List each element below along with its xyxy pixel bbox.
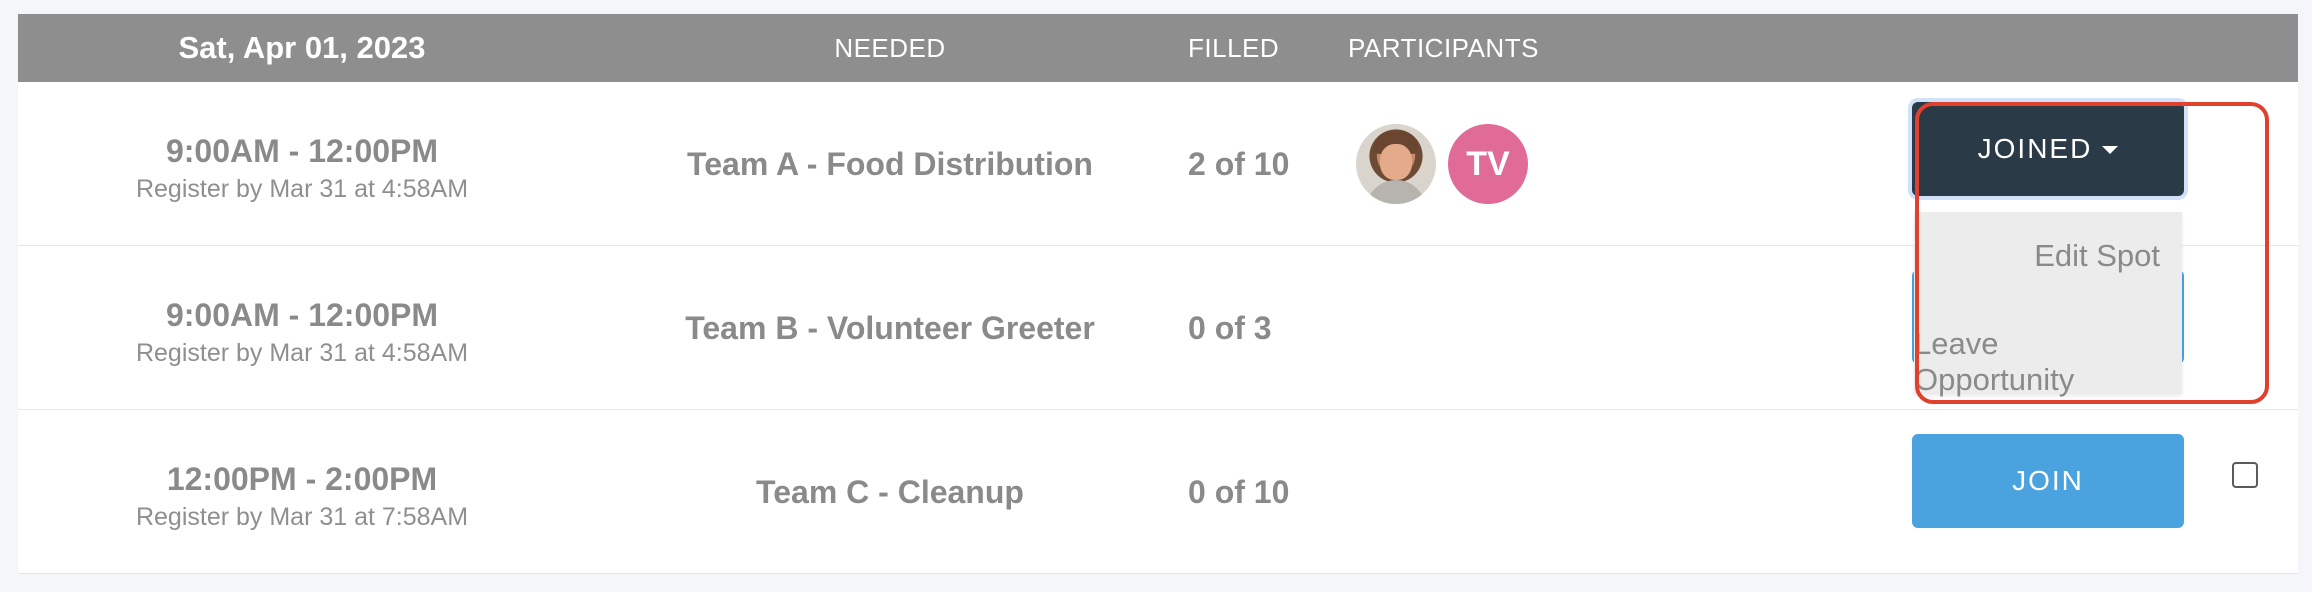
time-range: 9:00AM - 12:00PM bbox=[165, 297, 439, 333]
select-checkbox[interactable] bbox=[2232, 462, 2258, 488]
time-range: 9:00AM - 12:00PM bbox=[165, 133, 439, 169]
header-date: Sat, Apr 01, 2023 bbox=[178, 30, 426, 65]
volunteer-schedule-table: Sat, Apr 01, 2023 NEEDED FILLED PARTICIP… bbox=[18, 14, 2298, 574]
needed-role: Team A - Food Distribution bbox=[687, 145, 1093, 182]
header-needed: NEEDED bbox=[834, 32, 946, 63]
participant-photo-avatar[interactable] bbox=[1356, 124, 1436, 204]
register-deadline: Register by Mar 31 at 4:58AM bbox=[135, 339, 469, 367]
time-slot: 9:00AM - 12:00PM Register by Mar 31 at 4… bbox=[18, 132, 586, 206]
filled-count: 0 of 3 bbox=[1188, 309, 1272, 346]
header-filled: FILLED bbox=[1188, 32, 1280, 63]
register-deadline: Register by Mar 31 at 4:58AM bbox=[135, 175, 469, 203]
table-header: Sat, Apr 01, 2023 NEEDED FILLED PARTICIP… bbox=[18, 14, 2298, 82]
time-slot: 9:00AM - 12:00PM Register by Mar 31 at 4… bbox=[18, 296, 586, 370]
participant-avatars: TV bbox=[1356, 124, 1528, 204]
needed-role: Team B - Volunteer Greeter bbox=[685, 309, 1095, 346]
needed-role: Team C - Cleanup bbox=[756, 473, 1024, 510]
highlight-annotation bbox=[1915, 102, 2269, 404]
time-range: 12:00PM - 2:00PM bbox=[166, 461, 438, 497]
filled-count: 2 of 10 bbox=[1188, 145, 1290, 182]
header-participants: PARTICIPANTS bbox=[1348, 32, 1539, 63]
join-button-team-c[interactable]: JOIN bbox=[1912, 434, 2184, 528]
filled-count: 0 of 10 bbox=[1188, 473, 1290, 510]
participant-initials-avatar[interactable]: TV bbox=[1448, 124, 1528, 204]
time-slot: 12:00PM - 2:00PM Register by Mar 31 at 7… bbox=[18, 460, 586, 534]
register-deadline: Register by Mar 31 at 7:58AM bbox=[135, 503, 469, 531]
